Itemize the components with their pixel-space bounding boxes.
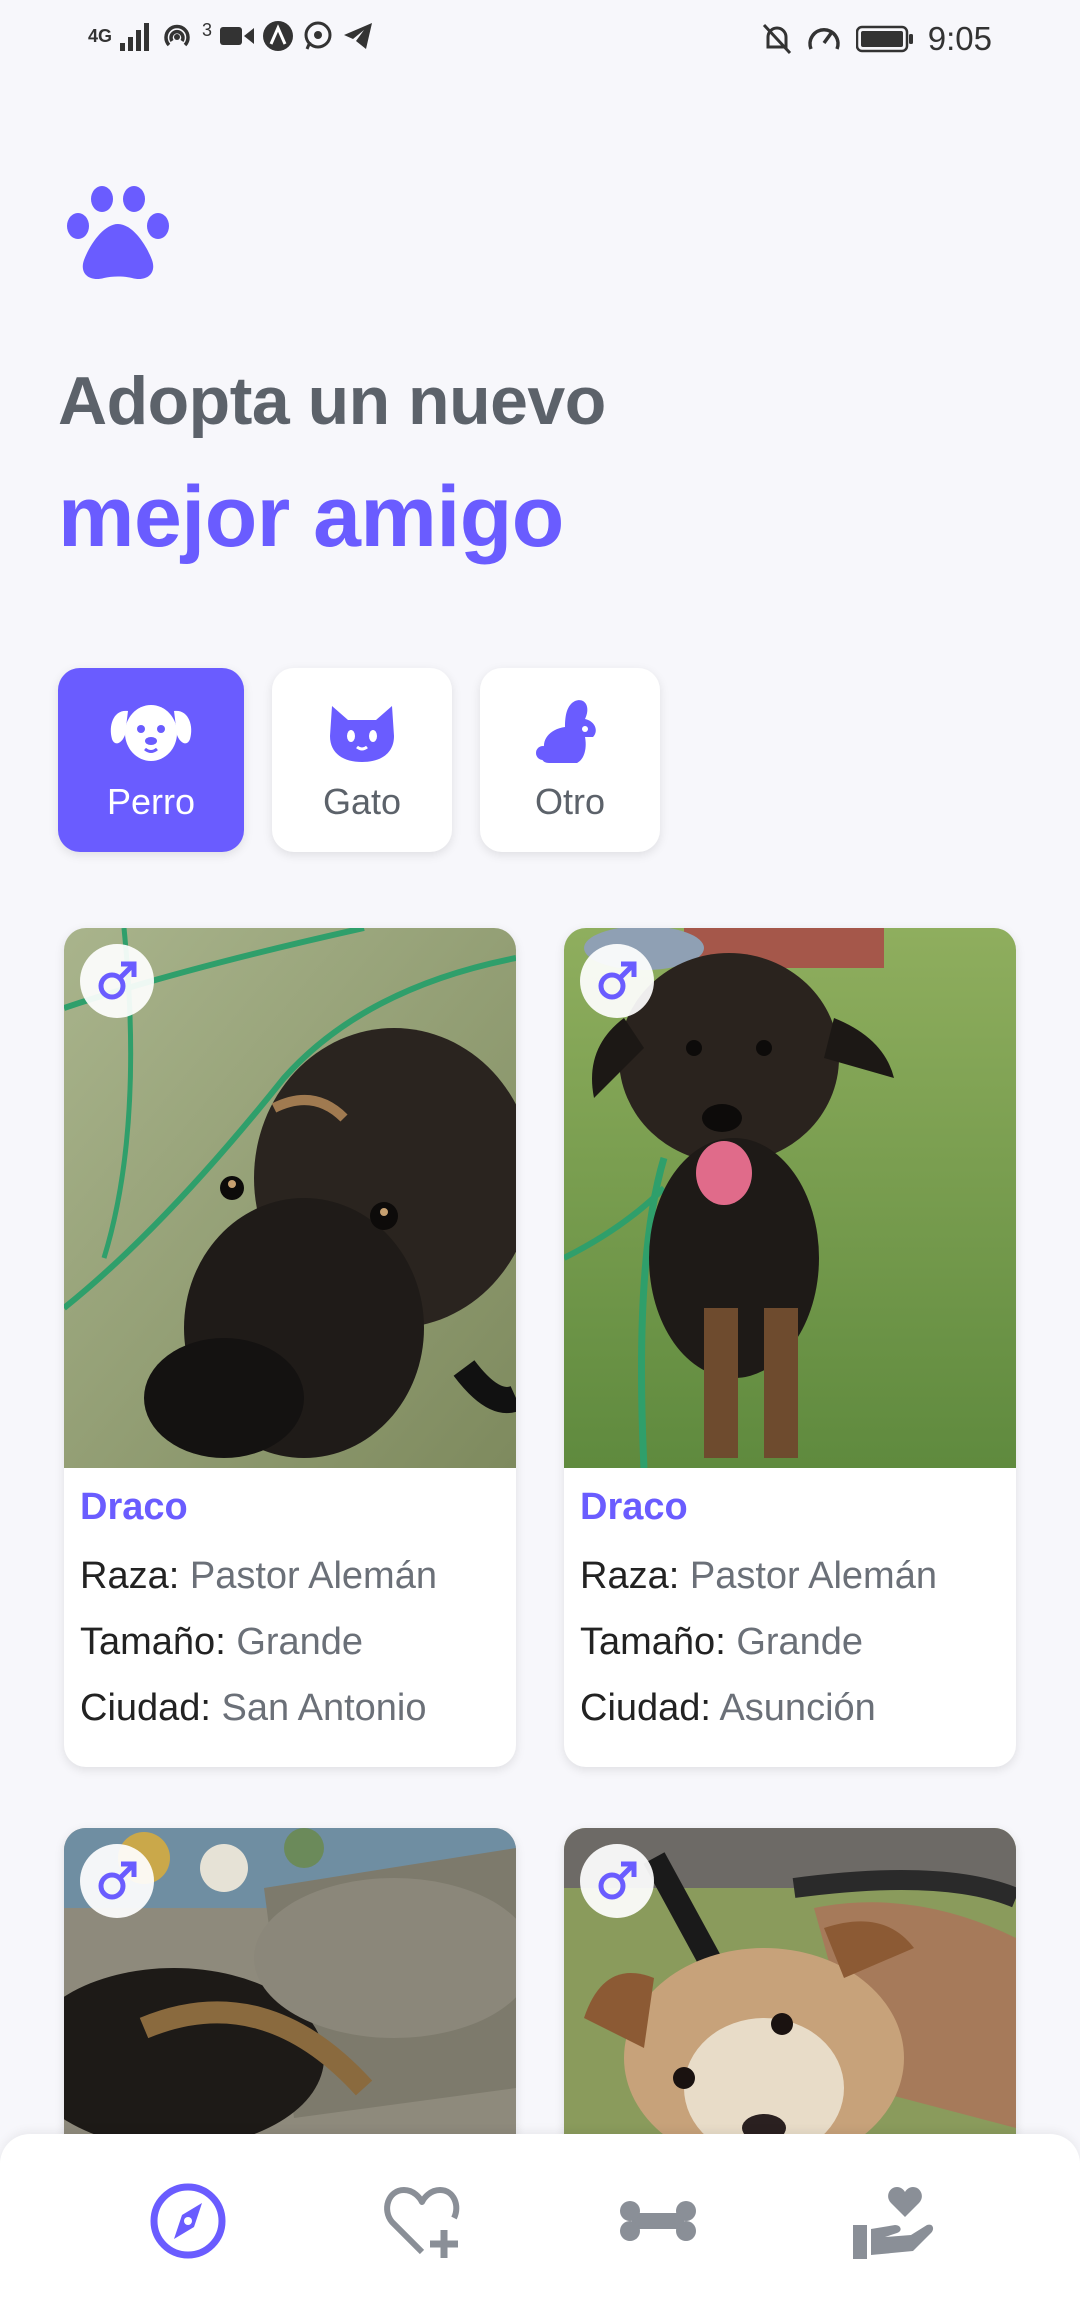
breed-value: Pastor Alemán: [189, 1555, 437, 1597]
pet-card[interactable]: Draco Raza: Pastor Alemán Tamaño: Grande…: [64, 928, 516, 1767]
battery-icon: [855, 25, 914, 53]
pet-city-row: Ciudad: Asunción: [580, 1675, 1000, 1741]
size-value: Grande: [736, 1621, 864, 1663]
category-chip-perro[interactable]: Perro: [58, 668, 244, 852]
hotspot-count: 3: [202, 20, 213, 40]
category-chip-otro[interactable]: Otro: [480, 668, 660, 852]
pet-city-row: Ciudad: San Antonio: [80, 1675, 500, 1741]
mute-icon: [762, 23, 792, 55]
category-label: Gato: [322, 781, 402, 822]
data-saver-icon: [806, 23, 842, 55]
clock: 9:05: [927, 20, 992, 57]
category-chips: Perro Gato Otro: [58, 668, 660, 852]
pet-name: Draco: [80, 1486, 188, 1528]
pet-photo: [64, 928, 516, 1468]
male-icon: [580, 944, 654, 1018]
heart-plus-icon: [382, 2182, 464, 2265]
category-label: Otro: [534, 781, 605, 822]
pet-breed-row: Raza: Pastor Alemán: [80, 1543, 500, 1609]
pet-card[interactable]: Draco Raza: Pastor Alemán Tamaño: Grande…: [564, 928, 1016, 1767]
city-value: San Antonio: [221, 1687, 427, 1729]
pet-photo: [564, 928, 1016, 1468]
bottom-nav: [0, 2134, 1080, 2312]
nav-care[interactable]: [603, 2168, 713, 2278]
male-icon: [580, 1844, 654, 1918]
bone-icon: [618, 2199, 698, 2248]
whatsapp-icon: [302, 20, 334, 52]
hand-heart-icon: [851, 2181, 935, 2266]
telegram-icon: [342, 21, 374, 51]
rabbit-icon: [527, 697, 613, 767]
app-a-icon: [262, 20, 294, 52]
size-label: Tamaño:: [580, 1621, 726, 1663]
status-bar: 4G 3 9:05: [0, 0, 1080, 84]
dog-icon: [108, 697, 194, 767]
compass-icon: [148, 2181, 228, 2266]
cat-icon: [319, 697, 405, 767]
nav-explore[interactable]: [133, 2168, 243, 2278]
pet-size-row: Tamaño: Grande: [80, 1609, 500, 1675]
male-icon: [80, 1844, 154, 1918]
pet-size-row: Tamaño: Grande: [580, 1609, 1000, 1675]
city-value: Asunción: [719, 1687, 876, 1729]
signal-icon: [120, 21, 152, 51]
paw-logo-icon: [64, 182, 172, 282]
breed-label: Raza:: [580, 1555, 680, 1597]
city-label: Ciudad:: [80, 1687, 211, 1729]
network-type-label: 4G: [88, 26, 113, 46]
breed-value: Pastor Alemán: [689, 1555, 937, 1597]
category-chip-gato[interactable]: Gato: [272, 668, 452, 852]
city-label: Ciudad:: [580, 1687, 711, 1729]
size-label: Tamaño:: [80, 1621, 226, 1663]
video-call-icon: [220, 24, 255, 48]
page-title-line2: mejor amigo: [58, 469, 564, 565]
category-label: Perro: [106, 781, 196, 822]
pet-breed-row: Raza: Pastor Alemán: [580, 1543, 1000, 1609]
pet-name: Draco: [580, 1486, 688, 1528]
page-title-line1: Adopta un nuevo: [58, 363, 606, 439]
breed-label: Raza:: [80, 1555, 180, 1597]
nav-donate[interactable]: [838, 2168, 948, 2278]
size-value: Grande: [236, 1621, 364, 1663]
nav-favorites[interactable]: [368, 2168, 478, 2278]
hotspot-icon: [160, 20, 194, 52]
male-icon: [80, 944, 154, 1018]
